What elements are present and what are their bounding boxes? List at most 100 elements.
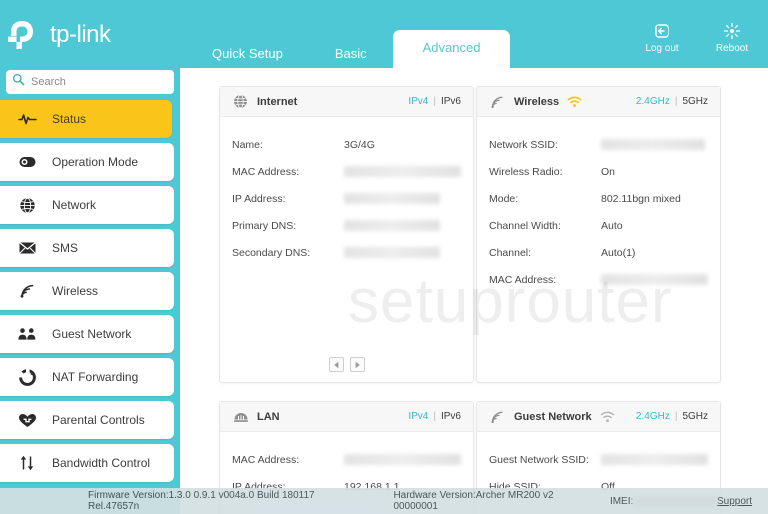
prev-page-button[interactable]: [328, 357, 344, 372]
sidebar-menu: Status Operation Mode Network SMS Wirele…: [0, 100, 180, 482]
wifi-signal-icon: [489, 93, 506, 110]
sidebar-item-status[interactable]: Status: [0, 100, 172, 138]
wireless-5ghz-toggle[interactable]: 5GHz: [682, 96, 708, 107]
internet-ipv4-toggle[interactable]: IPv4: [408, 96, 428, 107]
sidebar-item-label: Parental Controls: [52, 413, 145, 427]
logout-button[interactable]: Log out: [638, 22, 686, 54]
support-link[interactable]: Support: [717, 496, 768, 507]
lan-card-title: LAN: [257, 410, 280, 423]
row-label: Mode:: [489, 192, 519, 205]
redacted-value: [344, 247, 440, 258]
sidebar-item-sms[interactable]: SMS: [0, 229, 174, 267]
sidebar-item-label: Status: [52, 112, 87, 126]
guest-network-card-title: Guest Network: [514, 410, 592, 423]
sidebar-item-guest-network[interactable]: Guest Network: [0, 315, 174, 353]
sidebar-item-operation-mode[interactable]: Operation Mode: [0, 143, 174, 181]
sidebar-item-label: NAT Forwarding: [52, 370, 139, 384]
logout-icon: [653, 22, 671, 40]
wireless-24ghz-toggle[interactable]: 2.4GHz: [636, 96, 670, 107]
wireless-row-channel: Channel: Auto(1): [489, 239, 708, 266]
lan-card-header: LAN IPv4 | IPv6: [220, 402, 473, 432]
tab-quick-setup[interactable]: Quick Setup: [186, 40, 309, 68]
wireless-row-mac-address: MAC Address:: [489, 266, 708, 293]
heart-icon: [16, 409, 38, 431]
app-header: tp-link Quick Setup Basic Advanced Log o…: [0, 0, 768, 68]
row-label: IP Address:: [232, 192, 286, 205]
sidebar-item-label: Wireless: [52, 284, 99, 298]
internet-ip-toggle: IPv4 | IPv6: [408, 96, 461, 107]
wireless-row-wireless-radio: Wireless Radio: On: [489, 158, 708, 185]
redacted-value: [344, 166, 461, 177]
wifi-active-icon: [567, 96, 582, 108]
wireless-card: Wireless 2.4GHz | 5GHz Network SSID: Wir…: [476, 86, 721, 383]
redacted-value: [344, 454, 461, 465]
wireless-row-mode: Mode: 802.11bgn mixed: [489, 185, 708, 212]
tab-advanced[interactable]: Advanced: [392, 30, 511, 68]
guest-5ghz-toggle[interactable]: 5GHz: [682, 411, 708, 422]
row-value: Auto: [601, 219, 623, 232]
globe-icon: [16, 194, 38, 216]
sidebar: Status Operation Mode: [0, 68, 180, 514]
sidebar-item-label: Bandwidth Control: [52, 456, 151, 470]
sidebar-item-label: Guest Network: [52, 327, 132, 341]
sidebar-item-nat-forwarding[interactable]: NAT Forwarding: [0, 358, 174, 396]
row-value: Auto(1): [601, 246, 636, 259]
tp-link-logo-icon: [8, 18, 44, 52]
router-admin-page: tp-link Quick Setup Basic Advanced Log o…: [0, 0, 768, 514]
sidebar-item-parental-controls[interactable]: Parental Controls: [0, 401, 174, 439]
people-icon: [16, 323, 38, 345]
internet-row-name: Name: 3G/4G: [232, 131, 461, 158]
toggle-separator: |: [674, 96, 678, 107]
toggle-separator: |: [433, 96, 436, 107]
guest-24ghz-toggle[interactable]: 2.4GHz: [636, 411, 670, 422]
toggle-icon: [16, 151, 38, 173]
sidebar-item-network[interactable]: Network: [0, 186, 174, 224]
lan-ip-toggle: IPv4 | IPv6: [408, 411, 461, 422]
redacted-value: [601, 454, 708, 465]
lan-ipv6-toggle[interactable]: IPv6: [441, 411, 461, 422]
reboot-label: Reboot: [715, 43, 749, 54]
redacted-value: [601, 139, 705, 150]
updown-arrows-icon: [16, 452, 38, 474]
next-page-button[interactable]: [349, 357, 365, 372]
sidebar-item-wireless[interactable]: Wireless: [0, 272, 174, 310]
row-label: Primary DNS:: [232, 219, 297, 232]
search-box[interactable]: [6, 70, 174, 94]
row-value: 802.11bgn mixed: [601, 192, 681, 205]
wifi-icon: [16, 280, 38, 302]
row-label: MAC Address:: [232, 453, 300, 466]
main-content: Internet IPv4 | IPv6 Name: 3G/4G MAC Add…: [180, 68, 768, 514]
internet-ipv6-toggle[interactable]: IPv6: [441, 96, 461, 107]
sidebar-item-bandwidth-control[interactable]: Bandwidth Control: [0, 444, 174, 482]
search-icon: [12, 73, 25, 91]
internet-row-secondary-dns: Secondary DNS:: [232, 239, 461, 266]
guest-network-card-header: Guest Network 2.4GHz | 5GHz: [477, 402, 720, 432]
sidebar-item-label: Operation Mode: [52, 155, 139, 169]
row-label: Channel Width:: [489, 219, 561, 232]
logout-label: Log out: [645, 43, 679, 54]
tab-basic[interactable]: Basic: [309, 40, 393, 68]
reboot-button[interactable]: Reboot: [708, 22, 756, 54]
wireless-card-title: Wireless: [514, 95, 560, 108]
internet-card-body: Name: 3G/4G MAC Address: IP Address: Pri…: [220, 117, 473, 351]
brand-name: tp-link: [50, 21, 111, 48]
sidebar-item-label: Network: [52, 198, 97, 212]
firmware-version: Firmware Version:1.3.0 0.9.1 v004a.0 Bui…: [88, 490, 315, 512]
redacted-value: [344, 220, 440, 231]
row-label: Secondary DNS:: [232, 246, 311, 259]
status-cards-grid: Internet IPv4 | IPv6 Name: 3G/4G MAC Add…: [180, 68, 768, 514]
lan-ipv4-toggle[interactable]: IPv4: [408, 411, 428, 422]
envelope-icon: [16, 237, 38, 259]
row-label: MAC Address:: [489, 273, 557, 286]
sidebar-item-label: SMS: [52, 241, 79, 255]
row-label: Guest Network SSID:: [489, 453, 589, 466]
internet-row-ip-address: IP Address:: [232, 185, 461, 212]
row-label: Network SSID:: [489, 138, 558, 151]
search-input[interactable]: [31, 76, 161, 88]
refresh-circle-icon: [16, 366, 38, 388]
wireless-row-channel-width: Channel Width: Auto: [489, 212, 708, 239]
pulse-icon: [16, 108, 38, 130]
internet-row-mac-address: MAC Address:: [232, 158, 461, 185]
globe-icon: [232, 93, 249, 110]
wireless-band-toggle: 2.4GHz | 5GHz: [636, 96, 708, 107]
